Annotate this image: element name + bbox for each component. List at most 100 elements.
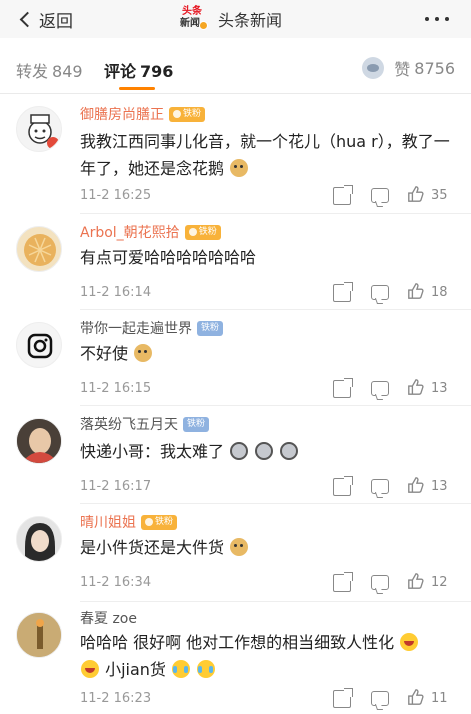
comment-text: 是小件货还是大件货 xyxy=(80,534,450,561)
comment-text: 我教江西同事儿化音，就一个花儿（hua r），教了一年了，她还是念花鹅 xyxy=(80,128,450,182)
comment-body: 是小件货还是大件货 xyxy=(80,538,225,557)
share-icon[interactable] xyxy=(333,185,353,205)
reply-icon[interactable] xyxy=(371,691,389,706)
back-button[interactable]: 返回 xyxy=(18,5,73,33)
reply-icon[interactable] xyxy=(371,479,389,494)
tab-comments[interactable]: 评论 796 xyxy=(104,58,173,82)
like-icon[interactable] xyxy=(407,185,425,203)
comment-item: 御膳房尚膳正 铁粉 我教江西同事儿化音，就一个花儿（hua r），教了一年了，她… xyxy=(0,94,471,214)
comment-body-line2: 小jian货 xyxy=(105,660,166,679)
crying-laugh-emoji-icon xyxy=(172,660,191,678)
crying-laugh-emoji-icon xyxy=(197,660,216,678)
comment-item: 春夏 zoe 哈哈哈 很好啊 他对工作想的相当细致人性化 小jian货 11-2… xyxy=(0,602,471,714)
like-icon[interactable] xyxy=(407,688,425,706)
tab-repost[interactable]: 转发 849 xyxy=(16,58,83,82)
share-icon[interactable] xyxy=(333,572,353,592)
toutiao-news-logo: 头条 新闻 xyxy=(180,6,208,32)
comment-body: 不好使 xyxy=(80,344,129,363)
laughing-emoji-icon xyxy=(400,633,419,651)
like-count: 11 xyxy=(431,691,448,706)
tab-repost-count: 849 xyxy=(52,62,83,81)
fan-badge-label: 铁粉 xyxy=(198,226,217,237)
username[interactable]: Arbol_朝花熙拾 xyxy=(80,222,180,242)
pineapple-bun-avatar-icon xyxy=(24,234,56,266)
comment-user: 春夏 zoe xyxy=(80,608,137,628)
user-photo-avatar-icon xyxy=(17,517,61,561)
comment-time: 11-2 16:34 xyxy=(80,575,152,590)
comment-item: Arbol_朝花熙拾 铁粉 有点可爱哈哈哈哈哈哈哈 11-2 16:14 18 xyxy=(0,214,471,310)
reply-icon[interactable] xyxy=(371,575,389,590)
username[interactable]: 春夏 zoe xyxy=(80,608,137,628)
fan-icon xyxy=(188,228,197,236)
dot xyxy=(445,17,449,21)
fan-icon xyxy=(173,110,181,118)
account-name: 头条新闻 xyxy=(218,11,283,30)
tab-likes[interactable]: 赞 8756 xyxy=(362,56,455,80)
doge-emoji-icon xyxy=(230,159,249,177)
reply-icon[interactable] xyxy=(371,188,389,203)
avatar[interactable] xyxy=(16,106,62,152)
avatar[interactable] xyxy=(16,516,62,562)
comment-user: 晴川姐姐 铁粉 xyxy=(80,512,178,532)
reply-icon[interactable] xyxy=(371,381,389,396)
top-nav-bar: 返回 头条 新闻 头条新闻 xyxy=(0,0,471,38)
logo-line1: 头条 xyxy=(182,6,202,17)
comment-time: 11-2 16:14 xyxy=(80,285,152,300)
liker-avatar xyxy=(362,57,385,79)
comment-user: 带你一起走遍世界 铁粉 xyxy=(80,318,224,338)
tab-comments-count: 796 xyxy=(140,62,174,81)
doge-emoji-icon xyxy=(230,538,249,556)
fan-badge-label: 铁粉 xyxy=(187,418,206,429)
tab-comments-label: 评论 xyxy=(104,62,137,81)
fan-badge: 铁粉 xyxy=(197,320,224,336)
laughing-emoji-icon xyxy=(81,660,99,678)
share-icon[interactable] xyxy=(333,688,353,708)
avatar[interactable] xyxy=(16,322,62,368)
username[interactable]: 带你一起走遍世界 xyxy=(80,318,192,338)
comment-user: 落英纷飞五月天 铁粉 xyxy=(80,414,210,434)
like-count: 13 xyxy=(431,479,448,494)
like-count: 18 xyxy=(431,285,448,300)
like-count: 12 xyxy=(431,575,448,590)
username[interactable]: 晴川姐姐 xyxy=(80,512,136,532)
avatar[interactable] xyxy=(16,418,62,464)
dot xyxy=(425,17,429,21)
chef-avatar-icon xyxy=(28,114,59,149)
share-icon[interactable] xyxy=(333,378,353,398)
share-icon[interactable] xyxy=(333,282,353,302)
fan-badge: 铁粉 xyxy=(141,514,178,530)
username[interactable]: 御膳房尚膳正 xyxy=(80,104,164,124)
tab-likes-count: 8756 xyxy=(414,58,455,78)
logo-line2: 新闻 xyxy=(180,18,200,29)
username[interactable]: 落英纷飞五月天 xyxy=(80,414,178,434)
user-photo-avatar-icon xyxy=(17,613,61,657)
share-icon[interactable] xyxy=(333,476,353,496)
fan-icon xyxy=(145,518,153,526)
husky-emoji-icon xyxy=(255,442,274,460)
comment-item: 晴川姐姐 铁粉 是小件货还是大件货 11-2 16:34 12 xyxy=(0,504,471,602)
comment-body-line1: 哈哈哈 很好啊 他对工作想的相当细致人性化 xyxy=(80,633,395,652)
more-options-icon[interactable] xyxy=(425,17,449,21)
tab-bar: 转发 849 评论 796 赞 8756 xyxy=(0,38,471,94)
like-count: 35 xyxy=(431,188,448,203)
like-icon[interactable] xyxy=(407,378,425,396)
tab-repost-label: 转发 xyxy=(16,62,49,81)
comment-text: 快递小哥：我太难了 xyxy=(80,438,450,465)
comment-user: 御膳房尚膳正 铁粉 xyxy=(80,104,206,124)
active-tab-indicator xyxy=(119,87,155,90)
avatar[interactable] xyxy=(16,612,62,658)
doge-emoji-icon xyxy=(134,344,153,362)
user-photo-avatar-icon xyxy=(17,419,61,463)
like-icon[interactable] xyxy=(407,476,425,494)
reply-icon[interactable] xyxy=(371,285,389,300)
like-icon[interactable] xyxy=(407,572,425,590)
comment-text: 不好使 xyxy=(80,340,450,367)
chevron-left-icon xyxy=(19,11,36,27)
comment-body: 快递小哥：我太难了 xyxy=(80,442,225,461)
account-header[interactable]: 头条 新闻 头条新闻 xyxy=(180,5,282,33)
comment-time: 11-2 16:25 xyxy=(80,188,152,203)
avatar[interactable] xyxy=(16,226,62,272)
like-icon[interactable] xyxy=(407,282,425,300)
verified-badge-icon xyxy=(199,21,208,30)
husky-emoji-icon xyxy=(280,442,299,460)
